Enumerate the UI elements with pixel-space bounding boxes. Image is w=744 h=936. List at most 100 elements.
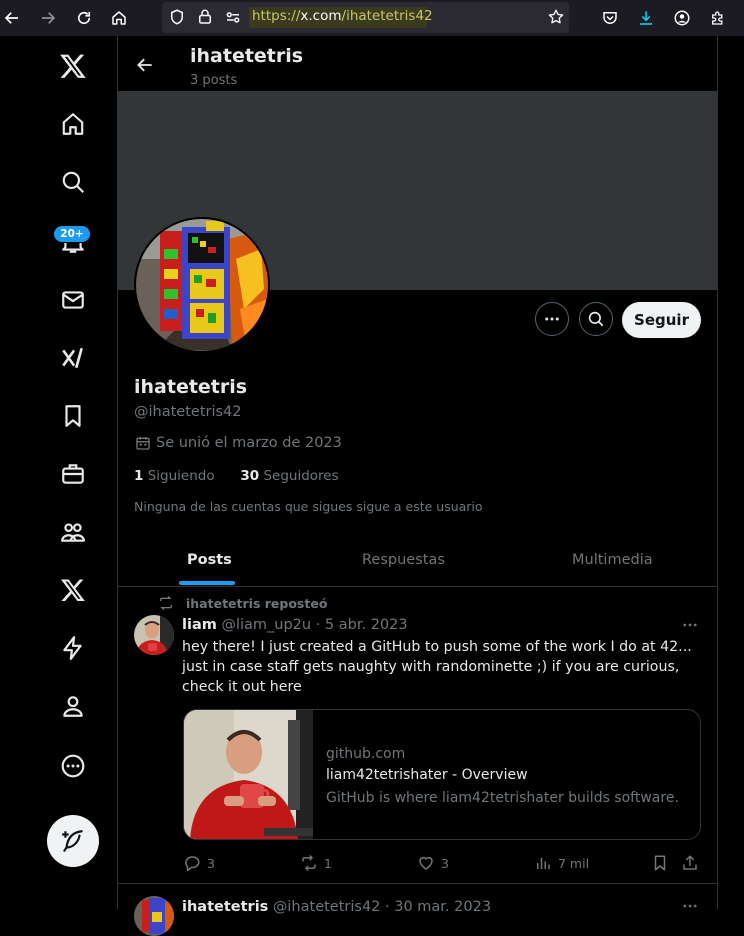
star-bookmark-icon[interactable] [547,8,565,26]
tweet-more-button[interactable] [681,616,699,634]
tweet-author-name[interactable]: ihatetetris [182,899,268,915]
profile-person-icon[interactable] [59,692,87,720]
reply-button[interactable]: 3 [183,854,215,872]
following-label: Siguiendo [147,468,215,484]
tweet-date[interactable]: 5 abr. 2023 [325,617,408,633]
back-arrow-icon[interactable] [0,6,24,30]
profile-avatar[interactable] [134,217,270,353]
forward-arrow-icon[interactable] [36,6,60,30]
following-link[interactable]: 1 Siguiendo [134,468,215,484]
mutual-followers-note: Ninguna de las cuentas que sigues sigue … [134,499,483,514]
tab-media[interactable]: Multimedia [572,552,653,568]
bookmark-button[interactable] [651,854,669,872]
profile-handle: @ihatetetris42 [134,404,242,420]
reply-bubble-icon [185,856,200,872]
ellipsis-icon [683,623,697,627]
tweet-text: hey there! I just created a GitHub to pu… [182,639,692,695]
views-count: 7 mil [558,855,590,871]
home-icon[interactable] [107,6,131,30]
card-title: liam42tetrishater - Overview [326,767,528,783]
link-preview-card[interactable]: github.com liam42tetrishater - Overview … [183,709,701,840]
views-button[interactable]: 7 mil [534,854,589,872]
search-profile-button[interactable] [579,302,613,336]
repost-count: 1 [324,855,332,871]
card-domain: github.com [326,746,406,762]
tweet-header: liam @liam_up2u · 5 abr. 2023 [182,617,408,633]
home-nav-icon[interactable] [59,110,87,138]
premium-x-icon[interactable] [59,576,87,604]
follow-stats: 1 Siguiendo 30 Seguidores [134,468,339,484]
feather-plus-icon [62,830,83,852]
repost-label[interactable]: ihatetetris reposteó [186,596,327,611]
compose-post-button[interactable] [47,815,99,867]
profile-name: ihatetetris [134,376,248,398]
more-options-button[interactable] [535,302,569,336]
browser-toolbar: https://x.com/ihatetetris42 [0,0,744,36]
repost-button[interactable]: 1 [300,854,332,872]
notification-badge: 20+ [53,225,91,243]
heart-icon [419,856,433,870]
followers-count: 30 [240,468,260,484]
link-preview-image [184,710,313,839]
header-post-count: 3 posts [190,73,238,88]
profile-column: ihatetetris 3 posts Seguir ihatetetris @… [117,36,718,936]
header-profile-name: ihatetetris [190,45,304,67]
jobs-briefcase-icon[interactable] [59,460,87,488]
like-count: 3 [441,855,449,871]
tweet-more-button[interactable] [681,897,699,915]
lock-icon[interactable] [196,8,214,26]
url-scheme: https:// [252,8,301,24]
back-arrow-icon [137,58,152,72]
tweet-date[interactable]: 30 mar. 2023 [394,899,491,915]
tab-posts[interactable]: Posts [187,552,232,568]
account-icon[interactable] [670,6,694,30]
calendar-icon [135,435,151,451]
reload-icon[interactable] [72,6,96,30]
messages-mail-icon[interactable] [59,286,87,314]
share-upload-icon [683,855,697,870]
url-domain: x.com [300,8,342,24]
communities-icon[interactable] [59,518,87,546]
ellipsis-icon [545,317,559,321]
card-description: GitHub is where liam42tetrishater builds… [326,790,679,806]
dot-separator: · [315,617,321,633]
search-nav-icon[interactable] [59,168,87,196]
extensions-icon[interactable] [706,6,730,30]
repost-indicator-icon [158,595,174,611]
more-options-circle-icon[interactable] [59,752,87,780]
permissions-icon[interactable] [224,8,242,26]
share-button[interactable] [681,854,699,872]
verified-orgs-lightning-icon[interactable] [59,634,87,662]
joined-date: Se unió el marzo de 2023 [156,435,342,451]
ellipsis-icon [683,904,697,908]
bookmarks-icon[interactable] [59,402,87,430]
followers-label: Seguidores [263,468,339,484]
tweet-author-avatar[interactable] [134,615,174,655]
follow-button[interactable]: Seguir [622,302,701,338]
tabs-divider [118,586,717,587]
tweet-header: ihatetetris @ihatetetris42 · 30 mar. 202… [182,899,491,915]
followers-link[interactable]: 30 Seguidores [240,468,338,484]
tweet-author-handle[interactable]: @liam_up2u [221,617,311,633]
tweet-author-avatar[interactable] [134,896,174,936]
pocket-icon[interactable] [598,6,622,30]
shield-icon[interactable] [168,8,186,26]
x-logo-icon[interactable] [59,52,87,80]
back-arrow-button[interactable] [135,55,155,75]
url-text[interactable]: https://x.com/ihatetetris42 [252,8,433,24]
active-tab-indicator [179,581,235,585]
grok-icon[interactable] [59,344,87,372]
like-button[interactable]: 3 [417,854,449,872]
tweet-divider [118,883,717,884]
tweet-author-name[interactable]: liam [182,617,217,633]
tweet-author-handle[interactable]: @ihatetetris42 [273,899,381,915]
dot-separator: · [385,899,390,915]
url-path: /ihatetetris42 [341,8,433,24]
tab-replies[interactable]: Respuestas [362,552,445,568]
repost-icon [302,854,316,872]
download-icon[interactable] [634,6,658,30]
following-count: 1 [134,468,144,484]
search-icon [588,311,604,327]
views-chart-icon [537,857,550,869]
reply-count: 3 [207,855,215,871]
